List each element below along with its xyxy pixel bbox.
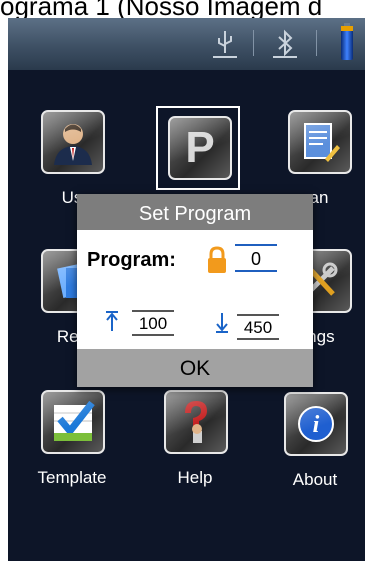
battery-level-top (341, 26, 353, 31)
status-bar (8, 18, 365, 70)
bluetooth-icon (270, 28, 300, 60)
upper-limit-arrow-icon (215, 312, 229, 340)
user-icon (41, 110, 105, 174)
program-p-icon: P (168, 116, 232, 180)
app-help[interactable]: Help (145, 390, 241, 500)
app-label: About (292, 470, 338, 489)
app-label: Template (37, 468, 107, 487)
status-separator (316, 30, 317, 56)
status-separator (253, 30, 254, 56)
dialog-title: Set Program (77, 194, 313, 230)
help-icon (164, 390, 228, 454)
ok-button[interactable]: OK (77, 349, 313, 387)
template-icon (41, 390, 105, 454)
lower-limit-field[interactable]: 100 (132, 310, 174, 336)
about-icon: i (284, 392, 348, 456)
program-number-field[interactable]: 0 (235, 244, 277, 272)
app-template[interactable]: Template (22, 390, 118, 500)
upper-limit-field[interactable]: 450 (237, 314, 279, 340)
lock-icon[interactable] (207, 246, 227, 274)
plan-notepad-icon (288, 110, 352, 174)
battery-icon (341, 26, 353, 60)
app-about[interactable]: i About (265, 392, 361, 502)
program-label: Program: (87, 249, 176, 271)
lower-limit-arrow-icon (105, 310, 119, 338)
app-label: Help (177, 468, 213, 487)
device-screen: Us P an (8, 18, 365, 561)
usb-icon (210, 28, 240, 60)
set-program-dialog: Set Program Program: 0 100 450 OK (77, 194, 313, 387)
